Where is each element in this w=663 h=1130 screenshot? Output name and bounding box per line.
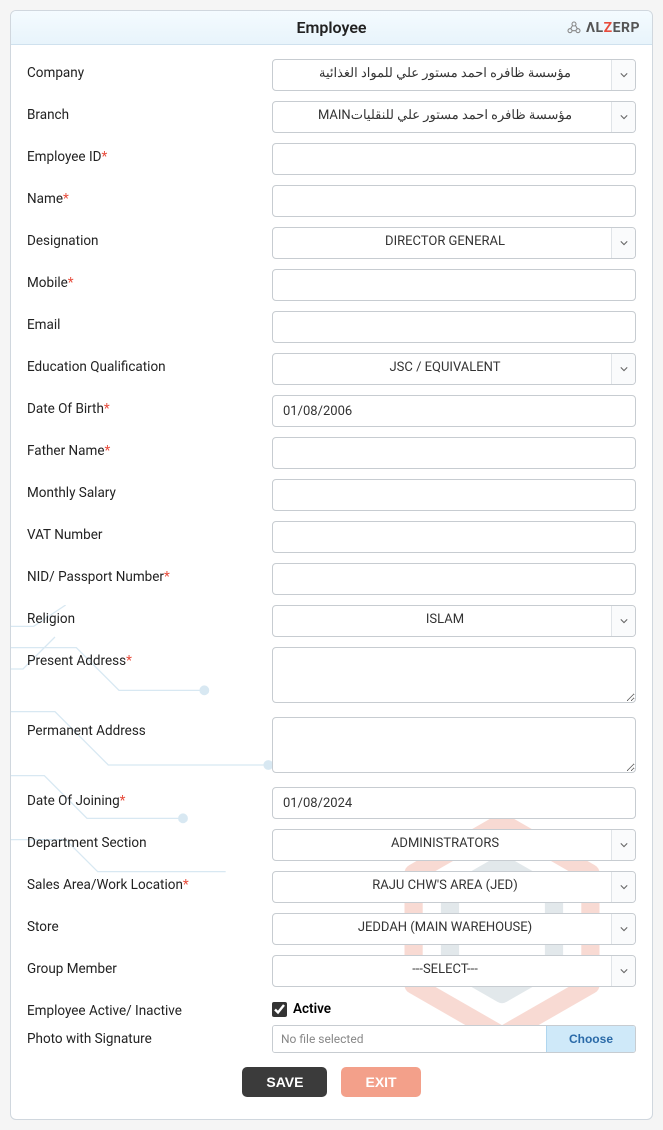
active-checkbox[interactable]: [272, 1002, 287, 1017]
email-input[interactable]: [272, 311, 636, 343]
label-employee-id: Employee ID*: [27, 143, 272, 165]
label-group: Group Member: [27, 955, 272, 977]
label-department: Department Section: [27, 829, 272, 851]
father-input[interactable]: [272, 437, 636, 469]
row-company: Company مؤسسة ظافره احمد مستور علي للموا…: [27, 59, 636, 91]
row-designation: Designation DIRECTOR GENERAL: [27, 227, 636, 259]
row-name: Name*: [27, 185, 636, 217]
label-doj: Date Of Joining*: [27, 787, 272, 809]
doj-input[interactable]: [272, 787, 636, 819]
dob-input[interactable]: [272, 395, 636, 427]
row-present-address: Present Address*: [27, 647, 636, 707]
education-select[interactable]: JSC / EQUIVALENT: [272, 353, 636, 385]
row-photo: Photo with Signature No file selected Ch…: [27, 1025, 636, 1053]
row-active: Employee Active/ Inactive Active: [27, 997, 636, 1019]
department-select[interactable]: ADMINISTRATORS: [272, 829, 636, 861]
exit-button[interactable]: EXIT: [341, 1067, 420, 1097]
label-sales-area: Sales Area/Work Location*: [27, 871, 272, 893]
company-select[interactable]: مؤسسة ظافره احمد مستور علي للمواد الغذائ…: [272, 59, 636, 91]
label-permanent-address: Permanent Address: [27, 717, 272, 739]
label-vat: VAT Number: [27, 521, 272, 543]
row-vat: VAT Number: [27, 521, 636, 553]
row-employee-id: Employee ID*: [27, 143, 636, 175]
label-photo: Photo with Signature: [27, 1025, 272, 1047]
page-title: Employee: [296, 18, 366, 37]
form-footer: SAVE EXIT: [27, 1059, 636, 1109]
row-doj: Date Of Joining*: [27, 787, 636, 819]
row-mobile: Mobile*: [27, 269, 636, 301]
row-branch: Branch MAINمؤسسة ظافره احمد مستور علي لل…: [27, 101, 636, 133]
row-father: Father Name*: [27, 437, 636, 469]
row-education: Education Qualification JSC / EQUIVALENT: [27, 353, 636, 385]
label-dob: Date Of Birth*: [27, 395, 272, 417]
brand-logo: ΛLZERP: [566, 20, 640, 36]
group-select[interactable]: ---SELECT---: [272, 955, 636, 987]
row-nid: NID/ Passport Number*: [27, 563, 636, 595]
choose-file-button[interactable]: Choose: [546, 1026, 635, 1052]
panel-header: Employee ΛLZERP: [11, 11, 652, 45]
photo-file-text: No file selected: [273, 1026, 546, 1052]
label-present-address: Present Address*: [27, 647, 272, 669]
logo-text: ΛLZERP: [586, 20, 640, 36]
row-salary: Monthly Salary: [27, 479, 636, 511]
label-religion: Religion: [27, 605, 272, 627]
vat-input[interactable]: [272, 521, 636, 553]
row-department: Department Section ADMINISTRATORS: [27, 829, 636, 861]
mobile-input[interactable]: [272, 269, 636, 301]
store-select[interactable]: JEDDAH (MAIN WAREHOUSE): [272, 913, 636, 945]
label-store: Store: [27, 913, 272, 935]
designation-select[interactable]: DIRECTOR GENERAL: [272, 227, 636, 259]
label-education: Education Qualification: [27, 353, 272, 375]
label-active: Employee Active/ Inactive: [27, 997, 272, 1019]
photo-file-picker: No file selected Choose: [272, 1025, 636, 1053]
present-address-input[interactable]: [272, 647, 636, 703]
employee-panel: Employee ΛLZERP Company: [10, 10, 653, 1120]
label-salary: Monthly Salary: [27, 479, 272, 501]
label-mobile: Mobile*: [27, 269, 272, 291]
row-group: Group Member ---SELECT---: [27, 955, 636, 987]
row-religion: Religion ISLAM: [27, 605, 636, 637]
form-body: Company مؤسسة ظافره احمد مستور علي للموا…: [11, 45, 652, 1119]
label-name: Name*: [27, 185, 272, 207]
row-permanent-address: Permanent Address: [27, 717, 636, 777]
permanent-address-input[interactable]: [272, 717, 636, 773]
active-checkbox-label: Active: [293, 1001, 331, 1017]
label-father: Father Name*: [27, 437, 272, 459]
religion-select[interactable]: ISLAM: [272, 605, 636, 637]
label-nid: NID/ Passport Number*: [27, 563, 272, 585]
save-button[interactable]: SAVE: [242, 1067, 327, 1097]
name-input[interactable]: [272, 185, 636, 217]
logo-icon: [566, 20, 582, 36]
label-branch: Branch: [27, 101, 272, 123]
label-designation: Designation: [27, 227, 272, 249]
salary-input[interactable]: [272, 479, 636, 511]
nid-input[interactable]: [272, 563, 636, 595]
employee-id-input[interactable]: [272, 143, 636, 175]
label-company: Company: [27, 59, 272, 81]
row-store: Store JEDDAH (MAIN WAREHOUSE): [27, 913, 636, 945]
sales-area-select[interactable]: RAJU CHW'S AREA (JED): [272, 871, 636, 903]
row-sales-area: Sales Area/Work Location* RAJU CHW'S ARE…: [27, 871, 636, 903]
row-dob: Date Of Birth*: [27, 395, 636, 427]
label-email: Email: [27, 311, 272, 333]
row-email: Email: [27, 311, 636, 343]
branch-select[interactable]: MAINمؤسسة ظافره احمد مستور علي للنقليات: [272, 101, 636, 133]
